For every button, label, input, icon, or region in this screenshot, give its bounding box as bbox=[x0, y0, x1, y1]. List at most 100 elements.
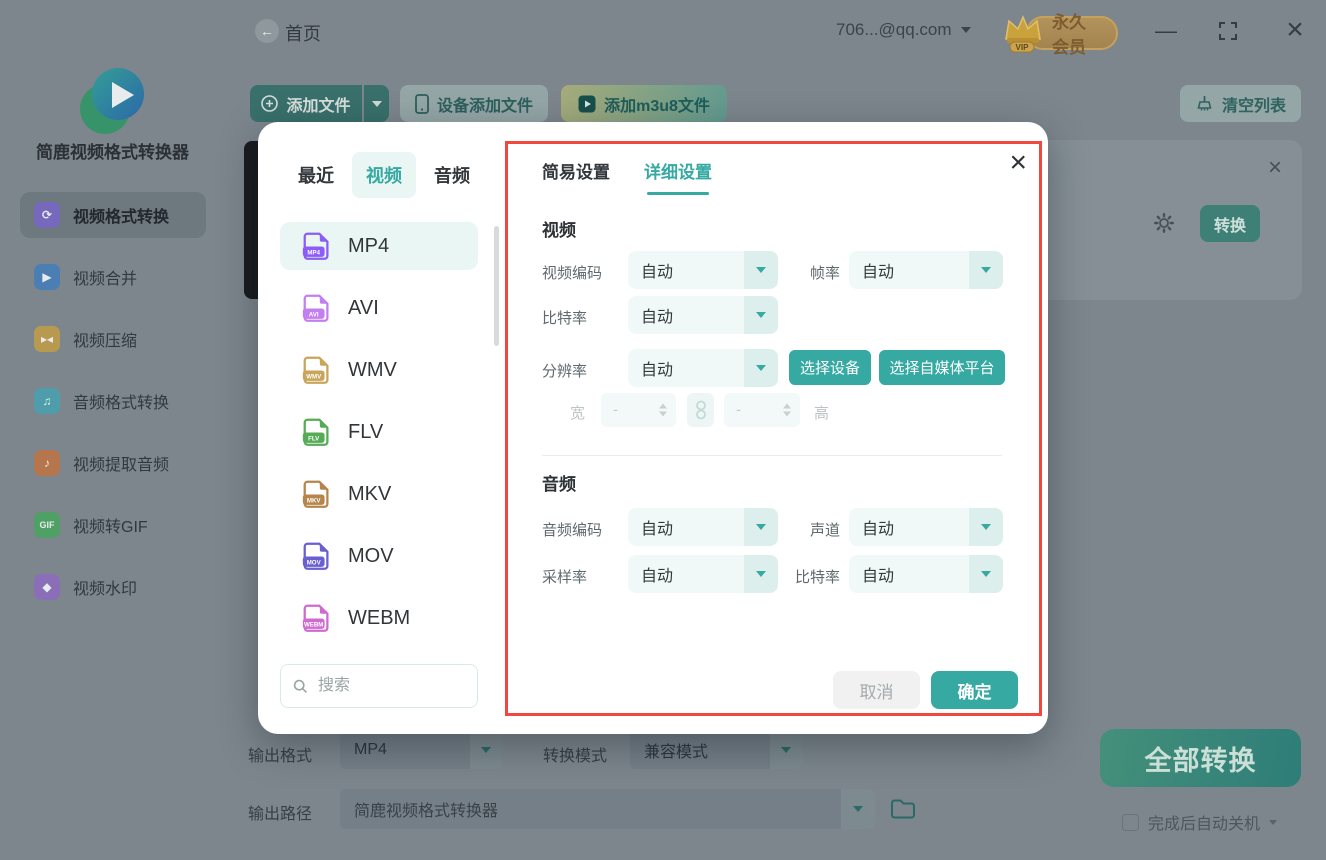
format-name: MP4 bbox=[348, 235, 389, 258]
video-codec-label: 视频编码 bbox=[542, 262, 602, 283]
chevron-down-icon bbox=[841, 789, 875, 829]
sidebar-item[interactable]: ◆ 视频水印 bbox=[20, 564, 206, 610]
sidebar-item-label: 视频格式转换 bbox=[73, 203, 169, 227]
account-menu[interactable]: 706...@qq.com bbox=[836, 20, 971, 40]
width-label: 宽 bbox=[570, 402, 585, 423]
open-folder-icon[interactable] bbox=[890, 796, 916, 820]
auto-shutdown-checkbox[interactable] bbox=[1122, 814, 1139, 831]
format-name: FLV bbox=[348, 421, 383, 444]
close-dialog-button[interactable]: × bbox=[1009, 148, 1027, 178]
channels-select[interactable]: 自动 bbox=[849, 508, 1003, 546]
sidebar-item[interactable]: ♫ 音频格式转换 bbox=[20, 378, 206, 424]
convert-mode-select[interactable]: 兼容模式 bbox=[630, 731, 802, 769]
file-settings-gear-icon[interactable] bbox=[1153, 212, 1175, 234]
format-settings-dialog: 最近 视频 音频 MP4 MP4 bbox=[258, 122, 1048, 734]
sidebar-item[interactable]: ⟳ 视频格式转换 bbox=[20, 192, 206, 238]
convert-mode-label: 转换模式 bbox=[543, 742, 607, 766]
lock-aspect-ratio-button[interactable] bbox=[687, 393, 714, 427]
cancel-button[interactable]: 取消 bbox=[833, 671, 920, 709]
sidebar-item-icon: GIF bbox=[34, 512, 60, 538]
convert-all-button[interactable]: 全部转换 bbox=[1100, 729, 1301, 787]
remove-file-button[interactable]: × bbox=[1262, 155, 1288, 181]
settings-tab[interactable]: 简易设置 bbox=[542, 158, 610, 195]
add-file-dropdown-button[interactable] bbox=[364, 85, 389, 122]
format-list-item[interactable]: MKV MKV bbox=[280, 470, 478, 518]
settings-tabs: 简易设置 详细设置 bbox=[542, 158, 712, 195]
output-format-select[interactable]: MP4 bbox=[340, 731, 502, 769]
section-divider bbox=[542, 455, 1002, 456]
format-name: MOV bbox=[348, 545, 394, 568]
svg-text:WMV: WMV bbox=[306, 373, 322, 380]
add-file-button[interactable]: 添加文件 bbox=[250, 85, 362, 122]
format-category-tab[interactable]: 视频 bbox=[352, 152, 416, 198]
stepper-arrows[interactable] bbox=[659, 404, 667, 417]
sidebar-item-label: 视频压缩 bbox=[73, 327, 137, 351]
back-button[interactable]: ← bbox=[255, 19, 279, 43]
convert-file-button[interactable]: 转换 bbox=[1200, 205, 1260, 242]
format-list-scrollbar[interactable] bbox=[494, 226, 499, 346]
sidebar-item-label: 音频格式转换 bbox=[73, 389, 169, 413]
resolution-select[interactable]: 自动 bbox=[628, 349, 778, 387]
select-platform-button[interactable]: 选择自媒体平台 bbox=[879, 350, 1005, 385]
add-file-split-button: 添加文件 bbox=[250, 85, 389, 122]
file-format-icon: WMV bbox=[300, 353, 334, 387]
add-m3u8-button[interactable]: 添加m3u8文件 bbox=[561, 85, 727, 122]
chevron-down-icon[interactable] bbox=[1269, 820, 1277, 825]
sidebar-item[interactable]: ♪ 视频提取音频 bbox=[20, 440, 206, 486]
close-window-button[interactable]: × bbox=[1280, 12, 1310, 48]
audio-bitrate-select[interactable]: 自动 bbox=[849, 555, 1003, 593]
format-search-box bbox=[280, 664, 478, 708]
sidebar-item-icon: ⟳ bbox=[34, 202, 60, 228]
settings-tab[interactable]: 详细设置 bbox=[644, 158, 712, 195]
device-add-file-button[interactable]: 设备添加文件 bbox=[400, 85, 548, 122]
format-name: WEBM bbox=[348, 607, 410, 630]
format-category-tab[interactable]: 音频 bbox=[420, 152, 484, 198]
format-list-item[interactable]: MP4 MP4 bbox=[280, 222, 478, 270]
auto-shutdown-option: 完成后自动关机 bbox=[1122, 810, 1277, 834]
height-label: 高 bbox=[814, 402, 829, 423]
confirm-button[interactable]: 确定 bbox=[931, 671, 1018, 709]
sidebar-item-icon: ♪ bbox=[34, 450, 60, 476]
select-device-button[interactable]: 选择设备 bbox=[789, 350, 871, 385]
format-list-item[interactable]: WMV WMV bbox=[280, 346, 478, 394]
stepper-arrows[interactable] bbox=[783, 404, 791, 417]
format-list-item[interactable]: AVI AVI bbox=[280, 284, 478, 332]
maximize-button[interactable] bbox=[1216, 20, 1240, 42]
search-input[interactable] bbox=[316, 676, 450, 696]
resolution-label: 分辨率 bbox=[542, 360, 587, 381]
chevron-down-icon bbox=[969, 555, 1003, 593]
format-category-tab[interactable]: 最近 bbox=[284, 152, 348, 198]
output-path-select[interactable]: 简鹿视频格式转换器 bbox=[340, 789, 875, 829]
format-list-item[interactable]: WEBM WEBM bbox=[280, 594, 478, 642]
sidebar-item-label: 视频合并 bbox=[73, 265, 137, 289]
settings-panel: 简易设置 详细设置 × 视频 视频编码 自动 帧率 自动 比特率 自动 bbox=[505, 141, 1042, 716]
frame-rate-label: 帧率 bbox=[748, 262, 840, 283]
vip-badge[interactable]: 永久会员 VIP bbox=[1002, 9, 1118, 53]
format-list-item[interactable]: FLV FLV bbox=[280, 408, 478, 456]
sidebar-item[interactable]: ▸◂ 视频压缩 bbox=[20, 316, 206, 362]
account-email: 706...@qq.com bbox=[836, 20, 952, 40]
height-input[interactable]: - bbox=[724, 393, 800, 427]
sidebar-item-icon: ▶ bbox=[34, 264, 60, 290]
sidebar-item[interactable]: GIF 视频转GIF bbox=[20, 502, 206, 548]
clear-list-button[interactable]: 清空列表 bbox=[1180, 85, 1301, 122]
app-name: 简鹿视频格式转换器 bbox=[0, 138, 225, 163]
format-name: AVI bbox=[348, 297, 379, 320]
file-format-icon: WEBM bbox=[300, 601, 334, 635]
format-list-item[interactable]: MOV MOV bbox=[280, 532, 478, 580]
sidebar-item-icon: ♫ bbox=[34, 388, 60, 414]
format-category-tabs: 最近 视频 音频 bbox=[284, 152, 484, 198]
width-input[interactable]: - bbox=[601, 393, 676, 427]
svg-text:MP4: MP4 bbox=[307, 249, 320, 256]
file-format-icon: MOV bbox=[300, 539, 334, 573]
plus-circle-icon bbox=[261, 95, 278, 112]
app-logo bbox=[72, 58, 152, 138]
app-window: ← 首页 706...@qq.com 永久会员 VIP — × 简鹿视频格式转换… bbox=[0, 0, 1326, 860]
audio-codec-label: 音频编码 bbox=[542, 519, 602, 540]
minimize-button[interactable]: — bbox=[1151, 18, 1181, 44]
sidebar-item[interactable]: ▶ 视频合并 bbox=[20, 254, 206, 300]
frame-rate-select[interactable]: 自动 bbox=[849, 251, 1003, 289]
sidebar-menu: ⟳ 视频格式转换 ▶ 视频合并 ▸◂ 视频压缩 ♫ 音频格式转换 ♪ 视频提取音… bbox=[20, 192, 206, 626]
video-bitrate-select[interactable]: 自动 bbox=[628, 296, 778, 334]
chevron-down-icon bbox=[470, 731, 502, 769]
